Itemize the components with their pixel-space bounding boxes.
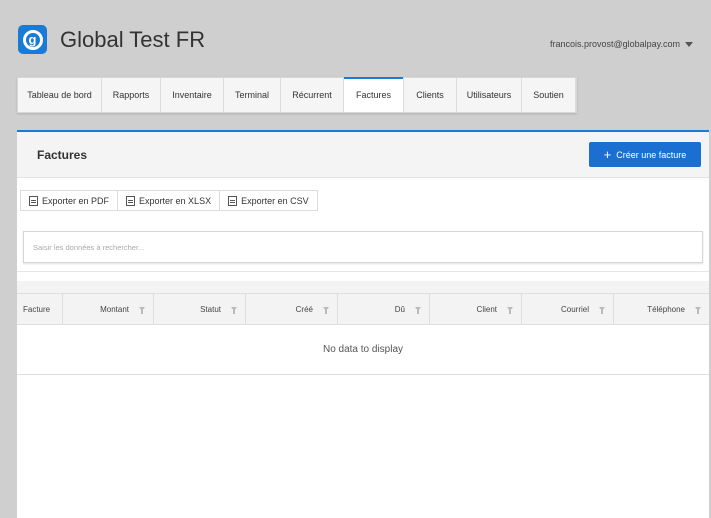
- tab-rapports[interactable]: Rapports: [102, 78, 161, 112]
- group-panel: [17, 281, 709, 293]
- search-input[interactable]: [33, 242, 702, 252]
- filter-icon[interactable]: [599, 307, 605, 314]
- column-header-client[interactable]: Client: [430, 294, 522, 324]
- column-header-statut[interactable]: Statut: [154, 294, 246, 324]
- export-csv-button[interactable]: Exporter en CSV: [220, 191, 317, 210]
- column-label: Montant: [100, 304, 129, 314]
- column-label: Créé: [295, 304, 313, 314]
- column-header-du[interactable]: Dû: [338, 294, 430, 324]
- column-label: Client: [476, 304, 497, 314]
- filter-icon[interactable]: [139, 307, 145, 314]
- user-email: francois.provost@globalpay.com: [549, 39, 680, 49]
- filter-icon[interactable]: [323, 307, 329, 314]
- factures-panel: Factures + Créer une facture Exporter en…: [17, 130, 709, 518]
- panel-title: Factures: [37, 148, 88, 162]
- tab-inventaire[interactable]: Inventaire: [161, 78, 224, 112]
- tab-clients[interactable]: Clients: [404, 78, 457, 112]
- app-title: Global Test FR: [60, 27, 206, 52]
- column-header-montant[interactable]: Montant: [63, 294, 154, 324]
- tab-factures[interactable]: Factures: [344, 77, 404, 112]
- tab-utilisateurs[interactable]: Utilisateurs: [457, 78, 522, 112]
- tab-tableau-de-bord[interactable]: Tableau de bord: [18, 78, 102, 112]
- plus-icon: +: [603, 147, 612, 162]
- create-invoice-button[interactable]: + Créer une facture: [589, 142, 701, 167]
- column-header-facture[interactable]: Facture: [17, 294, 63, 324]
- divider: [17, 271, 709, 272]
- globalpay-logo: g: [18, 25, 47, 54]
- panel-header: Factures + Créer une facture: [17, 132, 709, 178]
- tab-recurrent[interactable]: Récurrent: [281, 78, 344, 112]
- export-pdf-button[interactable]: Exporter en PDF: [21, 191, 119, 210]
- grid-header: Facture Montant Statut Créé Dû Client Co…: [17, 293, 709, 325]
- export-xlsx-button[interactable]: Exporter en XLSX: [118, 191, 221, 210]
- column-header-telephone[interactable]: Téléphone: [614, 294, 709, 324]
- document-icon: [29, 195, 38, 206]
- column-label: Téléphone: [647, 304, 685, 314]
- search-box: [23, 231, 703, 263]
- column-header-cree[interactable]: Créé: [246, 294, 338, 324]
- user-menu[interactable]: francois.provost@globalpay.com: [550, 39, 693, 49]
- tab-terminal[interactable]: Terminal: [224, 78, 281, 112]
- filter-icon[interactable]: [415, 307, 421, 314]
- document-icon: [126, 195, 136, 206]
- export-csv-label: Exporter en CSV: [241, 195, 309, 206]
- filter-icon[interactable]: [695, 307, 701, 314]
- column-label: Dû: [394, 304, 405, 314]
- document-icon: [228, 195, 238, 206]
- filter-icon[interactable]: [231, 307, 237, 314]
- export-xlsx-label: Exporter en XLSX: [139, 195, 212, 206]
- filter-icon[interactable]: [507, 307, 513, 314]
- caret-down-icon: [685, 41, 693, 47]
- export-pdf-label: Exporter en PDF: [42, 195, 110, 206]
- create-invoice-label: Créer une facture: [616, 149, 687, 160]
- tab-soutien[interactable]: Soutien: [522, 78, 576, 112]
- column-label: Courriel: [560, 304, 589, 314]
- column-header-courriel[interactable]: Courriel: [522, 294, 614, 324]
- column-label: Statut: [200, 304, 221, 314]
- logo-g-icon: g: [22, 29, 43, 50]
- column-label: Facture: [23, 304, 51, 314]
- export-toolbar: Exporter en PDF Exporter en XLSX Exporte…: [20, 190, 318, 211]
- main-nav-tabs: Tableau de bord Rapports Inventaire Term…: [17, 77, 577, 113]
- empty-grid-message: No data to display: [17, 325, 709, 375]
